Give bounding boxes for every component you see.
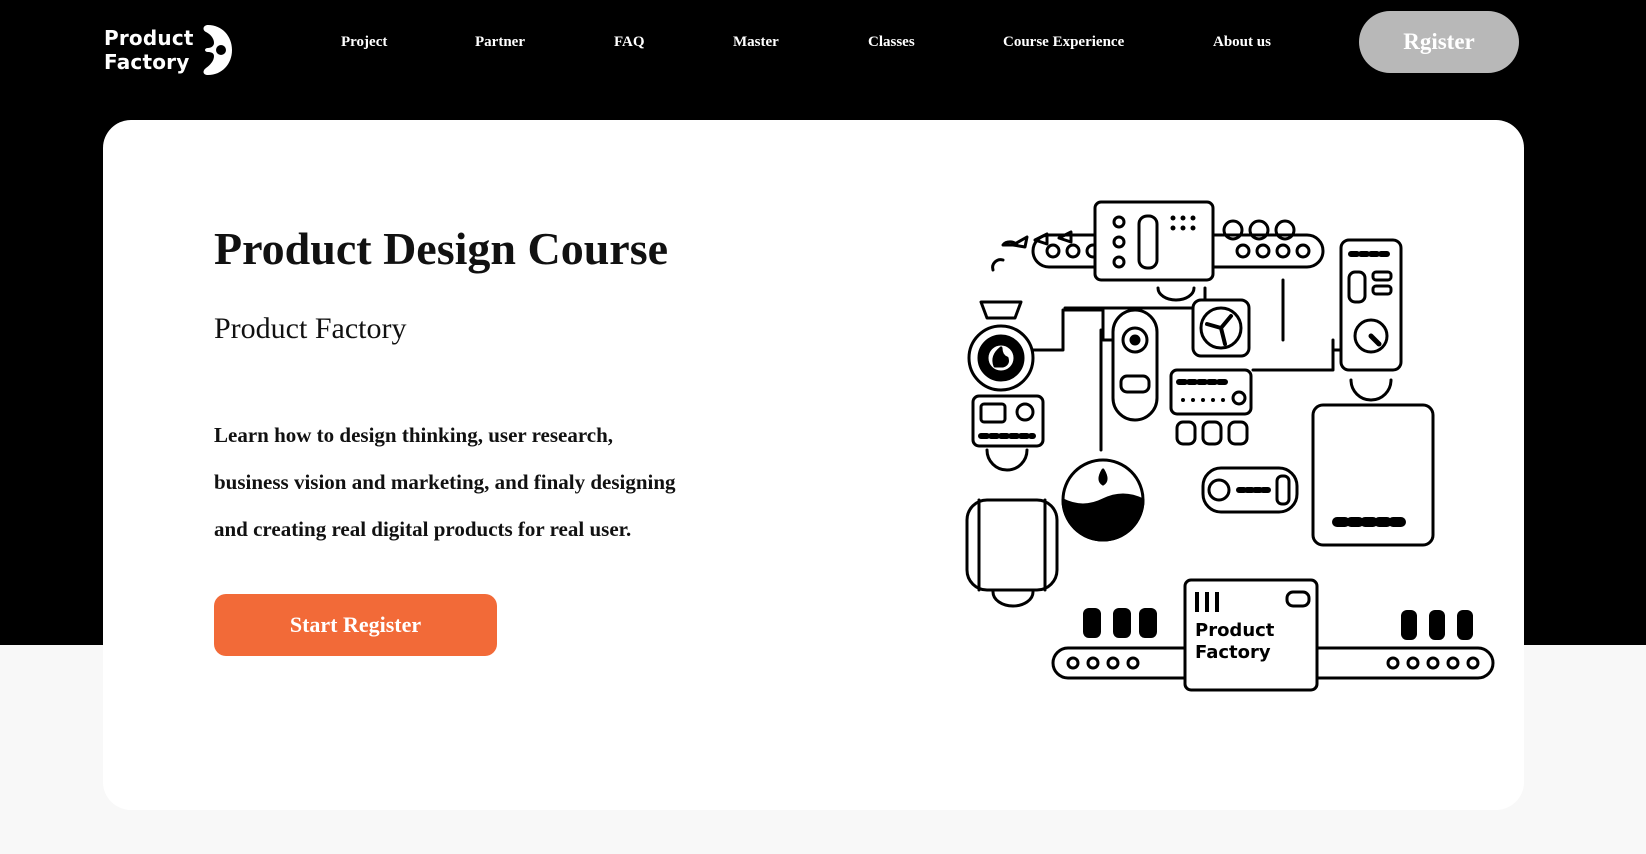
nav-item-project[interactable]: Project [341,34,387,51]
brand-logo[interactable]: Product Factory [104,20,234,80]
illustration-label-line-2: Factory [1195,642,1271,663]
top-navigation: Product Factory Project Partner FAQ Mast… [0,0,1646,110]
description-line: and creating real digital products for r… [214,517,632,541]
factory-machine-illustration: Product Factory [965,200,1495,692]
illustration-label-line-1: Product [1195,620,1275,641]
nav-item-about-us[interactable]: About us [1213,34,1271,51]
description-line: business vision and marketing, and final… [214,470,676,494]
nav-item-course-experience[interactable]: Course Experience [1003,34,1124,51]
register-button[interactable]: Rgister [1359,11,1519,73]
nav-item-faq[interactable]: FAQ [614,34,645,51]
brand-mark-icon [203,25,232,75]
nav-item-classes[interactable]: Classes [868,34,915,51]
page-title: Product Design Course [214,223,669,274]
brand-logo-text: Product Factory [104,26,194,74]
hero-description: Learn how to design thinking, user resea… [214,412,734,553]
description-line: Learn how to design thinking, user resea… [214,423,614,447]
hero-subtitle: Product Factory [214,312,407,345]
hero-card: Product Design Course Product Factory Le… [103,120,1524,810]
nav-item-partner[interactable]: Partner [475,34,525,51]
brand-line-2: Factory [104,50,190,74]
brand-line-1: Product [104,26,194,50]
start-register-button[interactable]: Start Register [214,594,497,656]
nav-item-master[interactable]: Master [733,34,779,51]
